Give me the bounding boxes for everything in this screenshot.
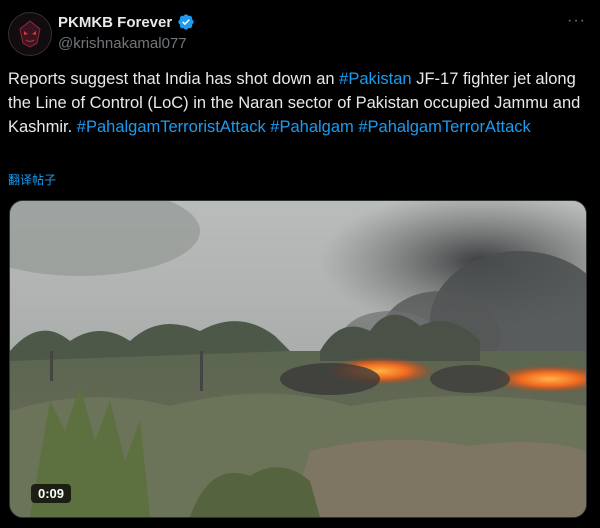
translate-post-link[interactable]: 翻译帖子 xyxy=(8,171,56,188)
tweet-text-segment: Reports suggest that India has shot down… xyxy=(8,70,340,88)
verified-badge-icon xyxy=(178,14,194,30)
more-options-button[interactable]: ··· xyxy=(567,12,586,30)
display-name[interactable]: PKMKB Forever xyxy=(58,14,172,31)
video-thumbnail xyxy=(10,201,586,517)
tweet-text: Reports suggest that India has shot down… xyxy=(8,67,592,139)
hashtag-link[interactable]: #PahalgamTerroristAttack xyxy=(77,118,266,136)
author-handle[interactable]: @krishnakamal077 xyxy=(58,35,187,52)
author-name-row: PKMKB Forever xyxy=(58,13,195,31)
video-player[interactable]: 0:09 xyxy=(9,200,587,518)
avatar[interactable] xyxy=(8,12,52,56)
tweet-card: PKMKB Forever @krishnakamal077 ··· Repor… xyxy=(0,0,600,528)
hashtag-link[interactable]: #Pahalgam xyxy=(270,118,353,136)
avatar-logo-icon xyxy=(10,14,50,54)
hashtag-link[interactable]: #PahalgamTerrorAttack xyxy=(358,118,530,136)
video-duration-badge: 0:09 xyxy=(31,484,72,503)
hashtag-link[interactable]: #Pakistan xyxy=(339,70,411,88)
